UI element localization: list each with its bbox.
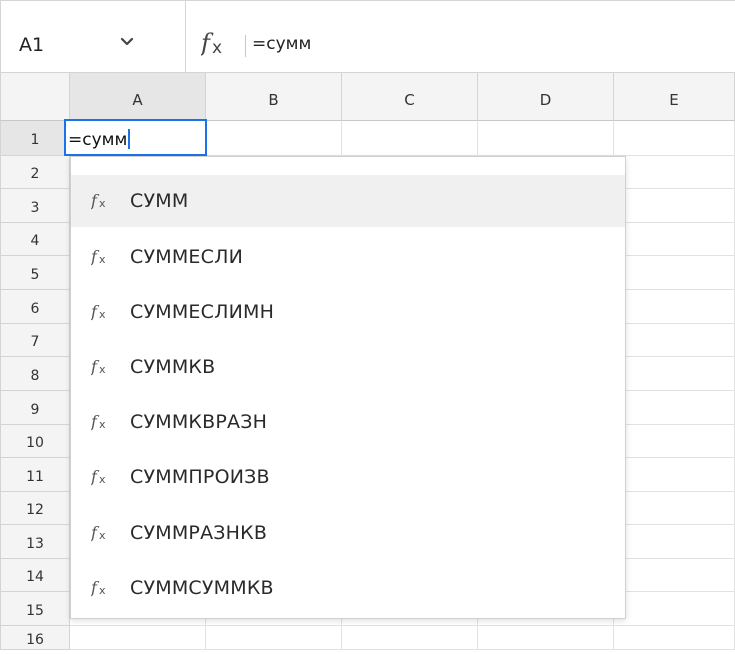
row-header-14[interactable]: 14 [0, 559, 70, 592]
svg-text:x: x [99, 584, 106, 597]
cell-edit-text: =сумм [68, 130, 128, 150]
fx-icon: fx [91, 302, 106, 321]
column-header-d[interactable]: D [478, 73, 614, 121]
function-name: СУММКВРАЗН [130, 411, 268, 433]
select-all-corner[interactable] [0, 73, 70, 121]
svg-text:x: x [99, 308, 106, 321]
row-header-6[interactable]: 6 [0, 290, 70, 324]
row-header-12[interactable]: 12 [0, 492, 70, 525]
column-header-e[interactable]: E [614, 73, 735, 121]
svg-text:x: x [212, 38, 222, 58]
function-name: СУММПРОИЗВ [130, 466, 270, 488]
row-header-13[interactable]: 13 [0, 525, 70, 559]
function-suggestion-item[interactable]: f x СУММЕСЛИМН [71, 286, 625, 338]
function-suggestion-item[interactable]: f x СУММЕСЛИ [71, 231, 625, 283]
formula-bar: A1 f x =сумм [0, 0, 735, 73]
column-header-c[interactable]: C [342, 73, 478, 121]
svg-text:x: x [99, 197, 106, 210]
row-header-11[interactable]: 11 [0, 458, 70, 492]
formula-divider [245, 35, 246, 57]
column-header-b[interactable]: B [206, 73, 342, 121]
function-suggestion-item[interactable]: f x СУММСУММКВ [71, 562, 625, 614]
fx-icon: fx [91, 357, 106, 376]
function-suggestion-item[interactable]: f x СУММ [71, 175, 625, 227]
svg-text:x: x [99, 529, 106, 542]
svg-text:x: x [99, 363, 106, 376]
column-header-a[interactable]: A [70, 73, 206, 121]
function-name: СУММКВ [130, 356, 216, 378]
svg-text:x: x [99, 418, 106, 431]
row-header-4[interactable]: 4 [0, 223, 70, 256]
fx-icon[interactable]: f x [201, 27, 235, 61]
function-name: СУММРАЗНКВ [130, 522, 268, 544]
fx-icon: fx [91, 523, 106, 542]
function-autocomplete-list: f x СУММ f x СУММЕСЛИ f x СУММЕСЛИМН f x СУММКВ f x СУ… [70, 156, 626, 619]
function-name: СУММЕСЛИ [130, 246, 244, 268]
fx-icon: fx [91, 412, 106, 431]
text-caret [128, 129, 131, 149]
row-gridline [70, 625, 735, 626]
fx-icon: fx [91, 247, 106, 266]
svg-text:x: x [99, 253, 106, 266]
row-header-9[interactable]: 9 [0, 391, 70, 425]
row-header-5[interactable]: 5 [0, 256, 70, 290]
row-header-1[interactable]: 1 [0, 121, 70, 156]
row-header-10[interactable]: 10 [0, 425, 70, 458]
row-header-2[interactable]: 2 [0, 156, 70, 189]
row-header-15[interactable]: 15 [0, 592, 70, 626]
function-name: СУММСУММКВ [130, 577, 274, 599]
svg-text:x: x [99, 473, 106, 486]
fx-icon: fx [91, 191, 106, 210]
function-name: СУММЕСЛИМН [130, 301, 275, 323]
function-name: СУММ [130, 190, 189, 212]
row-header-7[interactable]: 7 [0, 324, 70, 357]
function-suggestion-item[interactable]: f x СУММПРОИЗВ [71, 451, 625, 503]
active-cell-editor[interactable]: =сумм [64, 119, 207, 156]
function-suggestion-item[interactable]: f x СУММРАЗНКВ [71, 507, 625, 559]
cell-reference: A1 [19, 34, 45, 56]
chevron-down-icon[interactable] [118, 35, 136, 49]
function-suggestion-item[interactable]: f x СУММКВРАЗН [71, 396, 625, 448]
formula-input[interactable]: =сумм [252, 34, 311, 54]
row-header-8[interactable]: 8 [0, 357, 70, 391]
name-box[interactable]: A1 [1, 1, 186, 73]
function-suggestion-item[interactable]: f x СУММКВ [71, 341, 625, 393]
row-header-3[interactable]: 3 [0, 189, 70, 223]
fx-icon: fx [91, 578, 106, 597]
row-header-16[interactable]: 16 [0, 626, 70, 650]
fx-icon: fx [91, 467, 106, 486]
